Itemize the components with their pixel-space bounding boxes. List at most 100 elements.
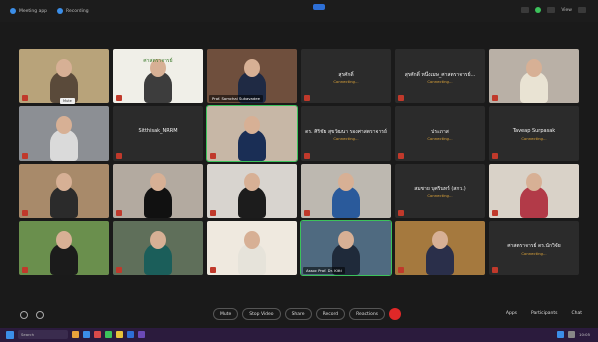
muted-mic-icon: [398, 209, 404, 216]
browser-icon[interactable]: [83, 331, 90, 338]
camera-icon[interactable]: [36, 311, 44, 319]
participant-name: สมชาย บุศรินทร์ (สกว.): [414, 186, 466, 193]
top-bar: Meeting app Recording View: [0, 0, 598, 22]
participants-button[interactable]: Participants: [531, 311, 557, 316]
meeting-icon: [10, 8, 16, 14]
participant-status: Connecting...: [521, 136, 547, 142]
shield-icon: [535, 7, 542, 13]
participant-name: ประภาส: [431, 128, 449, 135]
reactions-button[interactable]: Reactions: [349, 308, 386, 320]
taskbar-left: Search: [6, 330, 145, 339]
muted-mic-icon: [116, 209, 122, 216]
participant-tile[interactable]: Sitthisak_NRRM: [113, 106, 203, 161]
folder-icon[interactable]: [72, 331, 79, 338]
meeting-indicator[interactable]: Meeting app: [10, 8, 47, 14]
participant-name: สุรศักดิ์: [338, 71, 354, 78]
app-icon[interactable]: [94, 331, 101, 338]
muted-mic-icon: [210, 209, 216, 216]
windows-icon[interactable]: [6, 330, 14, 339]
fullscreen-icon[interactable]: [578, 7, 586, 13]
toolbar-right: Apps Participants Chat: [506, 311, 582, 316]
participant-video: [301, 163, 391, 218]
participant-name: Assoc Prof. Dr. Kitti: [303, 267, 345, 274]
participant-face: [338, 173, 354, 192]
muted-mic-icon: [398, 95, 404, 102]
muted-mic-icon: [22, 267, 28, 273]
participant-video: [19, 220, 109, 275]
participant-video: [489, 49, 579, 104]
participant-tile[interactable]: Assoc Prof. Dr. Kitti: [300, 219, 392, 277]
muted-mic-icon: [116, 267, 122, 273]
wifi-icon[interactable]: [568, 331, 576, 338]
participant-face: [56, 230, 72, 249]
apps-button[interactable]: Apps: [506, 311, 517, 316]
participant-tile[interactable]: สุรศักดิ์ หนึ่งเมษ_ศาสตราจารย์... Connect…: [395, 49, 485, 104]
participant-name: ศาสตราจารย์ ดร.นักวิจัย: [507, 243, 561, 250]
grid-icon[interactable]: [547, 7, 556, 13]
participant-face: [244, 230, 260, 249]
record-button[interactable]: Record: [315, 308, 346, 320]
participant-tile[interactable]: [301, 163, 391, 218]
app-icon[interactable]: [116, 331, 123, 338]
participant-face: [244, 173, 260, 192]
muted-mic-icon: [492, 209, 498, 216]
leave-button[interactable]: [389, 308, 402, 320]
participant-tile[interactable]: สุรศักดิ์ Connecting...: [301, 49, 391, 104]
app-icon[interactable]: [105, 331, 112, 338]
chat-button[interactable]: Chat: [571, 311, 582, 316]
participant-tile[interactable]: [19, 49, 109, 104]
tray-icon[interactable]: [557, 331, 565, 338]
participant-tile[interactable]: [207, 220, 297, 275]
mic-icon[interactable]: [20, 311, 28, 319]
top-left: Meeting app Recording: [10, 8, 89, 14]
participant-tile[interactable]: ประภาส Connecting...: [395, 106, 485, 161]
meeting-toolbar: Mute Stop Video Share Record Reactions A…: [0, 305, 598, 325]
stop-video-button[interactable]: Stop Video: [242, 308, 281, 320]
muted-mic-icon: [492, 267, 498, 273]
muted-mic-icon: [116, 95, 122, 102]
zoom-app-icon[interactable]: [127, 331, 134, 338]
muted-mic-icon: [304, 209, 310, 216]
participant-tile[interactable]: [19, 106, 109, 161]
participant-tile[interactable]: [207, 163, 297, 218]
muted-mic-icon: [22, 95, 28, 102]
participant-face: [56, 173, 72, 192]
view-icon[interactable]: [521, 7, 530, 13]
participant-tile[interactable]: [489, 49, 579, 104]
participant-face: [244, 116, 260, 134]
recording-indicator[interactable]: Recording: [57, 8, 89, 14]
participant-face: [526, 58, 542, 77]
taskbar-right: 10:05: [557, 331, 590, 338]
mute-button[interactable]: Mute: [213, 308, 239, 320]
participant-video: [207, 106, 297, 161]
view-label[interactable]: View: [561, 8, 572, 13]
participant-tile[interactable]: ดร. ศิริชัย สุขวัฒนา รองศาสตราจารย์ Conne…: [301, 106, 391, 161]
participant-tile[interactable]: [489, 163, 579, 218]
participant-tile[interactable]: ศาสตราจารย์: [113, 49, 203, 104]
participant-status: Connecting...: [521, 250, 547, 256]
participant-tile[interactable]: [19, 220, 109, 275]
toolbar-left: [20, 311, 44, 319]
participant-video: [489, 163, 579, 218]
participant-tile[interactable]: ศาสตราจารย์ ดร.นักวิจัย Connecting...: [489, 220, 579, 275]
clock: 10:05: [579, 332, 590, 337]
participant-tile[interactable]: [113, 163, 203, 218]
participant-tile[interactable]: Taveap Surpasak Connecting...: [489, 106, 579, 161]
share-button[interactable]: Share: [284, 308, 312, 320]
participant-tile[interactable]: Prof. Somchai Sukavadee: [207, 49, 297, 104]
muted-mic-icon: [398, 267, 404, 273]
top-right: View: [521, 7, 586, 13]
participant-tile[interactable]: [113, 220, 203, 275]
participant-tile[interactable]: [395, 220, 485, 275]
participant-tile[interactable]: [206, 105, 298, 162]
app-icon[interactable]: [138, 331, 145, 338]
toolbar-center: Mute Stop Video Share Record Reactions: [213, 308, 402, 320]
muted-mic-icon: [22, 152, 28, 159]
participant-tile[interactable]: [19, 163, 109, 218]
participant-face: [432, 230, 448, 249]
participant-face: [244, 58, 260, 77]
tooltip: Mute: [60, 98, 75, 104]
taskbar: Search 10:05: [0, 328, 598, 342]
taskbar-search[interactable]: Search: [18, 330, 68, 339]
participant-tile[interactable]: สมชาย บุศรินทร์ (สกว.) Connecting...: [395, 163, 485, 218]
